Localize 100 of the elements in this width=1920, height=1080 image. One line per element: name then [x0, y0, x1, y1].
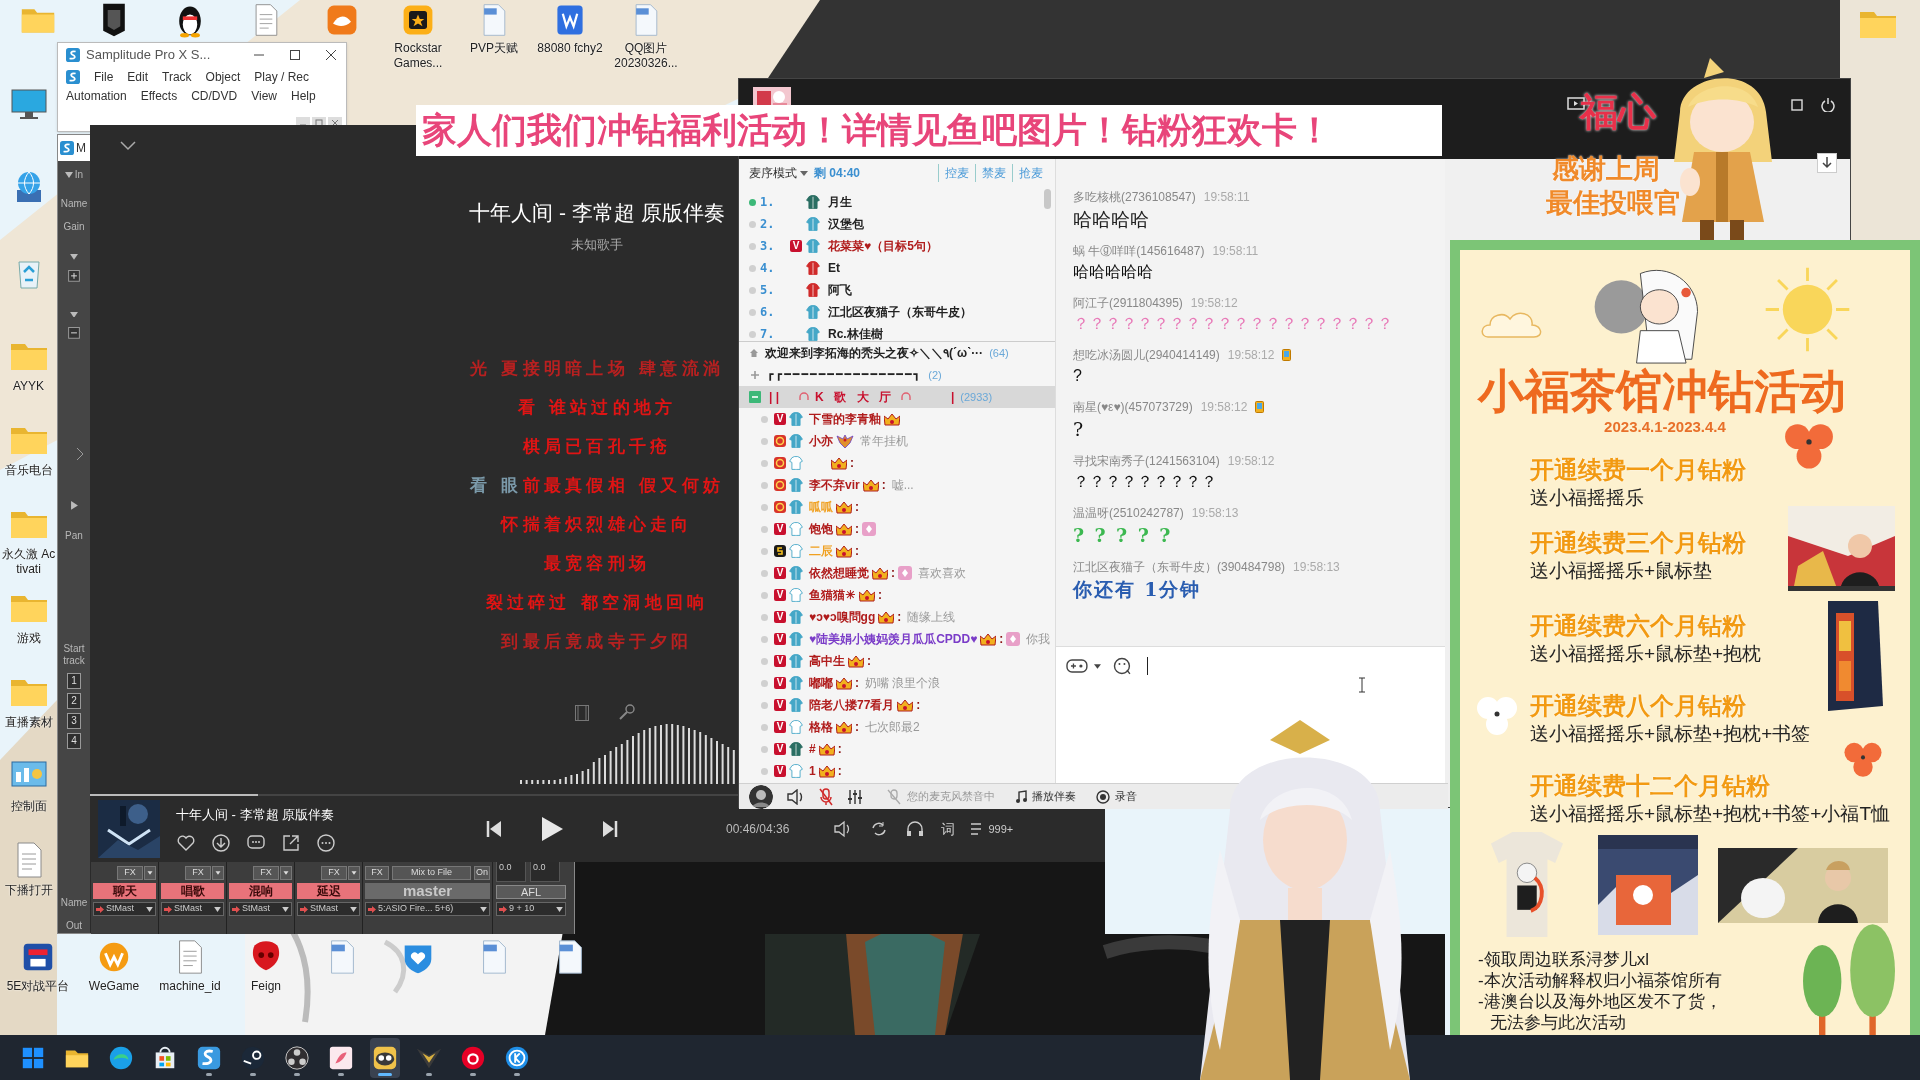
record-icon: [1096, 789, 1110, 804]
running-indicator: [338, 1072, 344, 1076]
sender-name: 江北区夜猫子（东哥牛皮）(390484798): [1073, 559, 1286, 575]
sender-name: 阿江子(2911804395): [1073, 295, 1183, 311]
separator-text: :: [878, 587, 882, 604]
record-button[interactable]: 录音: [1096, 788, 1137, 805]
accompaniment-button[interactable]: 播放伴奏: [1015, 788, 1076, 805]
tier-title: 开通续费十二个月钻粉: [1530, 771, 1770, 801]
note-text: -领取周边联系浔梦儿xl: [1478, 949, 1649, 970]
tier-gift: 送小福摇摇乐+鼠标垫+抱枕+书签+小福T恤: [1530, 802, 1890, 826]
microphone-muted-icon[interactable]: [819, 787, 833, 806]
message-text: ？？？？？？？？？？？？？？？？？？？？: [1073, 314, 1394, 334]
channel-row[interactable]: ┏┏━━━━━━━━━━━━━━━┓ (2): [739, 364, 1055, 386]
message-time: 19:58:12: [1190, 295, 1238, 311]
user-signature: 随缘上线: [907, 609, 956, 626]
playlist-count: 999+: [988, 821, 1014, 837]
tier-gift: 送小福摇摇乐+鼠标垫+抱枕+书签: [1530, 722, 1811, 746]
note-text: -港澳台以及海外地区发不了货，: [1478, 991, 1722, 1012]
user-name[interactable]: 李不弃vir: [809, 476, 860, 494]
separator-text: :: [855, 543, 859, 560]
poster-title: 小福茶馆冲钻活动: [1478, 365, 1847, 417]
running-indicator: [514, 1072, 520, 1076]
crown-icon: [836, 544, 852, 558]
caret-down-icon[interactable]: [1093, 663, 1101, 669]
equalizer-icon[interactable]: [847, 788, 863, 805]
crown-icon: [831, 456, 847, 470]
running-indicator: [426, 1072, 432, 1076]
member-count: (2933): [960, 389, 993, 405]
app-icon: [460, 1044, 486, 1071]
crown-icon: [836, 522, 852, 536]
sender-name: 寻找宋南秀子(1241563104): [1073, 453, 1220, 469]
taskbar-button[interactable]: [370, 1037, 400, 1078]
crown-icon: [836, 720, 852, 734]
crown-icon: [862, 478, 879, 492]
note-text: -本次活动解释权归小福茶馆所有: [1478, 970, 1722, 991]
tier-title: 开通续费八个月钻粉: [1530, 691, 1746, 721]
member-count: (2): [928, 367, 942, 383]
gamepad-icon[interactable]: [1066, 658, 1088, 674]
browser-icon: [108, 1044, 134, 1071]
separator-text: :: [855, 675, 859, 692]
eagle-emblem-icon: [836, 433, 854, 449]
crown-icon: [884, 412, 900, 426]
user-signature: 常年挂机: [860, 433, 908, 450]
separator-text: :: [999, 631, 1004, 648]
running-indicator: [378, 1072, 392, 1076]
separator-text: :: [855, 719, 859, 736]
channel-row[interactable]: | | K 歌 大 厅 | (2933): [739, 386, 1055, 408]
separator-text: :: [881, 477, 886, 494]
message-text: ? ? ? ? ?: [1073, 523, 1174, 547]
note-text: 无法参与此次活动: [1490, 1012, 1626, 1033]
message-time: 19:58:12: [1227, 453, 1275, 469]
headphones-icon[interactable]: [905, 819, 926, 839]
app-icon: [240, 1044, 266, 1071]
message-text: ？？？？？？？？？: [1073, 472, 1218, 492]
user-name[interactable]: 下雪的李青釉: [809, 410, 881, 428]
user-name[interactable]: Et: [828, 259, 840, 277]
user-signature: 嘘...: [891, 477, 914, 494]
tier-gift: 送小福摇摇乐+鼠标垫: [1530, 559, 1713, 583]
running-indicator: [294, 1072, 300, 1076]
separator-text: :: [850, 455, 854, 472]
tier-gift: 送小福摇摇乐+鼠标垫+抱枕: [1530, 642, 1762, 666]
message-time: 19:58:12: [1200, 399, 1248, 415]
separator-text: :: [867, 653, 871, 670]
text-cursor-icon: [1358, 677, 1366, 693]
message-time: 19:58:13: [1293, 559, 1340, 575]
user-signature: 你我: [1026, 631, 1051, 648]
music-note-icon: [1015, 789, 1027, 804]
lyrics-button[interactable]: 词: [941, 818, 956, 840]
message-text: ?: [1073, 366, 1083, 386]
separator-text: :: [855, 499, 859, 516]
separator-text: :: [837, 741, 842, 758]
emoji-icon[interactable]: [1112, 657, 1133, 675]
user-signature: 奶嘴 浪里个浪: [865, 675, 941, 692]
user-name[interactable]: 陪老八搂77看月: [809, 696, 895, 714]
user-name[interactable]: ♥ↄ♥ↄ嗅問gg: [809, 608, 876, 626]
user-name[interactable]: Rc.林佳樹: [828, 325, 883, 341]
user-name[interactable]: 阿飞: [828, 281, 852, 299]
app-icon: [328, 1044, 354, 1071]
crown-icon: [836, 500, 852, 514]
running-indicator: [470, 1072, 476, 1076]
crown-icon: [872, 566, 888, 580]
separator-text: :: [897, 609, 902, 626]
microphone-off-icon: [887, 788, 901, 805]
tier-title: 开通续费一个月钻粉: [1530, 455, 1746, 485]
separator-text: :: [855, 521, 859, 538]
tier-gift: 送小福摇摇乐: [1530, 486, 1644, 510]
user-name[interactable]: ♥陆美娟小姨妈羡月瓜瓜CPDD♥: [809, 630, 978, 648]
user-name[interactable]: 依然想睡觉: [809, 564, 869, 582]
message-time: 19:58:12: [1227, 347, 1275, 363]
poster-date: 2023.4.1-2023.4.4: [1604, 417, 1726, 437]
message-text: ?: [1073, 417, 1085, 441]
crown-icon: [859, 588, 875, 602]
app-icon: [284, 1044, 310, 1071]
message-text: 哈哈哈哈哈: [1073, 262, 1154, 282]
channel-decoration: |: [950, 389, 955, 406]
user-name[interactable]: 江北区夜猫子（东哥牛皮）: [828, 303, 972, 321]
running-indicator: [206, 1072, 212, 1076]
channel-name: 欢迎来到李拓海的秃头之夜✧＼＼٩(ˊωˋ···: [765, 345, 984, 362]
user-name[interactable]: 鱼猫猫☀: [809, 586, 856, 604]
tier-title: 开通续费三个月钻粉: [1530, 528, 1746, 558]
